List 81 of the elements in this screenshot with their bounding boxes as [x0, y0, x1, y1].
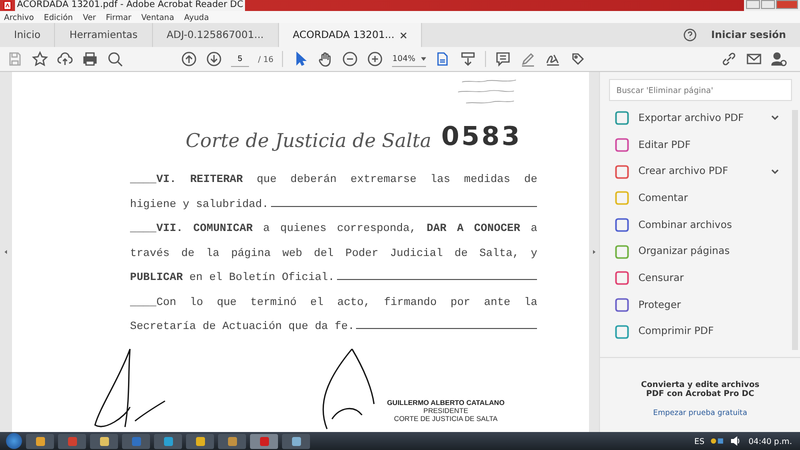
chevron-down-icon[interactable] [770, 166, 780, 177]
language-indicator[interactable]: ES [694, 436, 704, 446]
tool-item[interactable]: Organizar páginas [614, 238, 780, 266]
page-total: / 16 [258, 54, 274, 64]
tool-item[interactable]: Exportar archivo PDF [614, 105, 780, 132]
tool-icon [614, 270, 630, 286]
tool-item[interactable]: Combinar archivos [614, 212, 780, 238]
tool-icon [614, 324, 630, 340]
printer-icon[interactable] [82, 51, 98, 67]
add-user-icon[interactable] [771, 51, 787, 67]
hand-icon[interactable] [317, 51, 334, 67]
zoom-out-icon[interactable] [342, 51, 358, 67]
volume-icon[interactable] [730, 435, 742, 447]
tool-icon [614, 217, 630, 234]
document-number: 0583 [441, 122, 522, 152]
tool-icon [614, 164, 630, 180]
app-icon[interactable] [154, 434, 182, 448]
menu-item[interactable]: Firmar [106, 12, 132, 22]
tool-icon [614, 244, 630, 260]
search-field[interactable]: Buscar 'Eliminar página' [609, 79, 792, 101]
app-icon[interactable] [90, 434, 118, 448]
tool-label: Crear archivo PDF [638, 166, 728, 178]
app-icon[interactable] [186, 434, 214, 448]
page-down-icon[interactable] [206, 51, 222, 67]
scroll-mode-icon[interactable] [460, 51, 476, 67]
star-icon[interactable] [32, 51, 48, 67]
close-tab-icon[interactable] [400, 32, 408, 38]
app-icon[interactable] [282, 434, 310, 448]
tool-item[interactable]: Censurar [614, 265, 780, 292]
menu-item[interactable]: Ayuda [184, 12, 209, 22]
page-number-field[interactable]: 5 [231, 52, 249, 66]
help-icon[interactable] [683, 28, 698, 42]
tool-item[interactable]: Proteger [614, 292, 780, 318]
document-text: ____Con lo que terminó el acto, firmando por ante la [130, 296, 538, 308]
tool-label: Censurar [638, 272, 684, 284]
start-button[interactable] [6, 433, 22, 449]
tool-icon [614, 137, 630, 154]
tool-item[interactable]: Editar PDF [614, 132, 780, 158]
tool-label: Proteger [638, 300, 681, 311]
document-text: Secretaría de Actuación que da fe. [130, 321, 354, 333]
document-text: higiene y salubridad. [130, 198, 269, 210]
tool-label: Editar PDF [638, 140, 691, 151]
sign-in-link[interactable]: Iniciar sesión [711, 30, 786, 40]
tool-icon [614, 110, 630, 126]
caret-icon[interactable] [421, 56, 426, 60]
menu-item[interactable]: Ver [82, 12, 96, 22]
menu-item[interactable]: Archivo [4, 12, 34, 22]
tool-label: Combinar archivos [638, 220, 732, 231]
tab[interactable]: ACORDADA 13201... [278, 23, 422, 47]
tool-label: Exportar archivo PDF [638, 112, 744, 124]
tool-icon [614, 297, 630, 314]
app-icon[interactable] [218, 434, 246, 448]
app-icon[interactable] [250, 434, 278, 448]
court-heading: Corte de Justicia de Salta [186, 130, 432, 152]
tool-item[interactable]: Comentar [614, 185, 780, 212]
pen-icon[interactable] [520, 51, 536, 67]
tool-label: Organizar páginas [638, 246, 730, 258]
tool-icon [614, 190, 630, 206]
tool-label: Comprimir PDF [638, 326, 714, 338]
document-text: PUBLICAR en el Boletín Oficial. [130, 272, 335, 284]
zoom-dropdown[interactable]: 104% [392, 52, 426, 66]
link-icon[interactable] [721, 51, 737, 67]
clock: 04:40 p.m. [748, 436, 792, 446]
promo-text: Convierta y edite archivos PDF con Acrobat Pro DC [640, 380, 760, 398]
zoom-in-icon[interactable] [367, 51, 384, 67]
document-text: través de la página web del Poder Judicial de Salta, y [130, 248, 538, 260]
cloud-upload-icon[interactable] [57, 51, 73, 67]
app-icon[interactable] [26, 434, 54, 448]
page-up-icon[interactable] [181, 51, 197, 67]
document-text: ____VII. COMUNICAR a quienes corresponda, DAR A CONOCER a [130, 223, 538, 235]
tool-label: Comentar [638, 192, 688, 204]
menu-item[interactable]: Ventana [141, 12, 174, 22]
mail-icon[interactable] [746, 51, 762, 67]
tool-item[interactable]: Crear archivo PDF [614, 158, 780, 186]
menu-item[interactable]: Edición [44, 12, 73, 22]
document-text: ____VI. REITERAR que deberán extremarse las medidas de [130, 174, 538, 186]
comment-icon[interactable] [495, 51, 512, 67]
window-title: ACORDADA 13201.pdf - Adobe Acrobat Reader DC [15, 0, 246, 11]
tool-item[interactable]: Comprimir PDF [614, 318, 780, 346]
tag-icon[interactable] [570, 51, 586, 67]
search-icon[interactable] [107, 51, 123, 67]
